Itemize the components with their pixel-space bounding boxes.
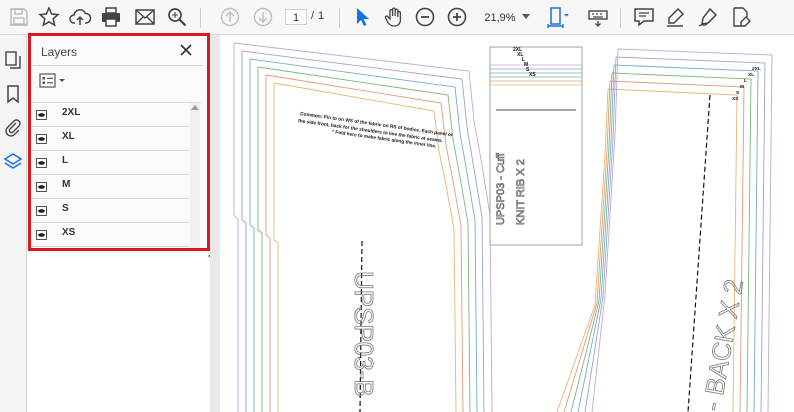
eye-visibility-icon[interactable]: [36, 158, 47, 168]
layer-scrollbar[interactable]: [190, 103, 200, 248]
upload-cloud-icon[interactable]: [68, 5, 92, 29]
bookmarks-icon[interactable]: [3, 84, 23, 104]
size-code: L: [744, 78, 747, 84]
toolbar-divider: [620, 8, 621, 28]
layer-row-xs[interactable]: XS: [31, 223, 189, 247]
save-icon[interactable]: [7, 5, 31, 29]
comment-icon[interactable]: [632, 5, 656, 29]
next-page-icon[interactable]: [251, 5, 275, 29]
scroll-up-arrow-icon[interactable]: [191, 105, 199, 110]
highlight-pen-icon[interactable]: [663, 5, 687, 29]
zoom-out-icon[interactable]: [413, 5, 437, 29]
eye-visibility-icon[interactable]: [36, 134, 47, 144]
size-code: 2XL: [752, 66, 761, 72]
layer-row-s[interactable]: S: [31, 199, 189, 223]
find-icon[interactable]: [165, 5, 189, 29]
fit-page-icon[interactable]: [545, 5, 569, 29]
size-label: XS: [529, 72, 536, 78]
panel-title: Layers: [41, 45, 78, 59]
toolbar-divider: [339, 8, 340, 28]
document-view[interactable]: Common: Pin to on WS of the fabric on RS…: [220, 35, 794, 412]
select-cursor-icon[interactable]: [350, 5, 374, 29]
eye-visibility-icon[interactable]: [36, 230, 47, 240]
layer-row-m[interactable]: M: [31, 175, 189, 199]
fill-sign-icon[interactable]: [729, 5, 753, 29]
layer-label: M: [62, 179, 71, 190]
piece-label-cuff-sub: KNIT RIB X 2: [515, 159, 527, 225]
size-code: S: [736, 90, 740, 96]
piece-label-left: UPSP03-B: [349, 271, 379, 397]
zoom-in-icon[interactable]: [445, 5, 469, 29]
layer-label: 2XL: [62, 107, 81, 118]
piece-label-cuff: UPSP03 - Cuff: [495, 152, 507, 225]
document-gutter: [210, 35, 220, 412]
layer-label: L: [62, 155, 69, 166]
right-pattern-piece: [556, 48, 773, 412]
bookmark-star-icon[interactable]: [37, 5, 61, 29]
email-icon[interactable]: [133, 5, 157, 29]
sewing-pattern-page: Common: Pin to on WS of the fabric on RS…: [233, 42, 773, 412]
layer-label: XL: [62, 131, 75, 142]
layers-panel: Layers 2XL XL L M S XS: [27, 35, 209, 250]
toolbar-divider: [200, 8, 201, 28]
chevron-down-icon[interactable]: [522, 14, 530, 19]
layers-icon[interactable]: [3, 152, 23, 172]
keyboard-read-mode-icon[interactable]: [586, 5, 610, 29]
previous-page-icon[interactable]: [218, 5, 242, 29]
size-code: M: [740, 84, 744, 90]
hand-tool-icon[interactable]: [382, 5, 406, 29]
navigation-rail: [0, 35, 27, 412]
page-thumbnails-icon[interactable]: [3, 50, 23, 70]
zoom-level-dropdown[interactable]: 21,9%: [478, 9, 522, 27]
layer-label: S: [62, 203, 69, 214]
page-number-input[interactable]: 1: [285, 9, 307, 25]
page-separator: /: [311, 10, 315, 22]
eye-visibility-icon[interactable]: [36, 110, 47, 120]
panel-divider: [33, 65, 203, 66]
eye-visibility-icon[interactable]: [36, 206, 47, 216]
size-code: XL: [748, 72, 754, 78]
attachments-icon[interactable]: [3, 118, 23, 138]
layer-options-menu-icon[interactable]: [39, 73, 69, 89]
layer-list: 2XL XL L M S XS: [31, 102, 201, 248]
page-total: 1: [318, 10, 325, 22]
layer-row-2xl[interactable]: 2XL: [31, 103, 189, 127]
sign-pen-icon[interactable]: [696, 5, 720, 29]
size-code: XS: [732, 96, 739, 102]
close-icon[interactable]: [179, 43, 193, 57]
print-icon[interactable]: [99, 5, 123, 29]
layer-row-xl[interactable]: XL: [31, 127, 189, 151]
layer-label: XS: [62, 227, 76, 238]
eye-visibility-icon[interactable]: [36, 182, 47, 192]
layer-row-l[interactable]: L: [31, 151, 189, 175]
top-toolbar: 1 / 1 21,9%: [0, 0, 794, 35]
